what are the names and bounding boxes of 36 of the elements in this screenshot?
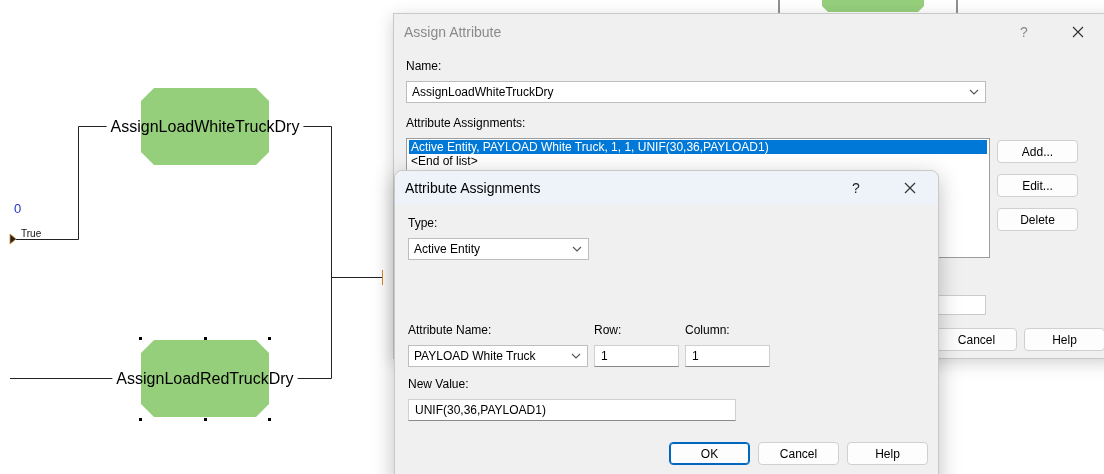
field-label: New Value: — [408, 376, 470, 392]
row-field[interactable]: 1 — [594, 345, 679, 367]
dialog-button[interactable]: Delete — [997, 208, 1078, 231]
caret-icon — [969, 89, 979, 95]
field-label: Column: — [685, 322, 731, 338]
dialog-button[interactable]: OK — [669, 442, 750, 465]
field-label: Name: — [406, 58, 443, 74]
dialog-button[interactable]: Edit... — [997, 174, 1078, 197]
field-label: Type: — [408, 215, 439, 231]
dialog-button[interactable]: Cancel — [936, 328, 1017, 351]
list-item[interactable]: Active Entity, PAYLOAD White Truck, 1, 1, UNIF(30,36,PAYLOAD1) — [409, 140, 987, 154]
field-label: Attribute Assignments: — [406, 115, 527, 131]
connector-line — [956, 0, 958, 15]
caret-icon — [572, 246, 582, 252]
name-dropdown[interactable]: AssignLoadWhiteTruckDry — [406, 81, 986, 103]
branch-label: True — [21, 228, 42, 239]
column-field[interactable]: 1 — [685, 345, 770, 367]
window-title: Attribute Assignments — [405, 180, 542, 196]
window-title: Assign Attribute — [404, 24, 503, 40]
new-value-field[interactable]: UNIF(30,36,PAYLOAD1) — [408, 399, 736, 421]
caret-icon — [571, 353, 581, 359]
type-dropdown[interactable]: Active Entity — [408, 238, 589, 260]
dialog-button[interactable]: Add... — [997, 140, 1078, 163]
field-label: Attribute Name: — [408, 322, 493, 338]
help-button[interactable]: ? — [846, 180, 866, 196]
attribute-name-dropdown[interactable]: PAYLOAD White Truck — [408, 345, 588, 367]
arrow-icon — [9, 233, 17, 245]
close-icon — [1072, 26, 1084, 38]
dialog-button[interactable]: Help — [1024, 328, 1104, 351]
counter-label: 0 — [14, 201, 22, 216]
field-label: Row: — [594, 322, 623, 338]
list-item[interactable]: <End of list> — [409, 154, 987, 168]
connector-line — [778, 0, 780, 15]
dialog-button[interactable]: Help — [847, 442, 928, 465]
dialog-button[interactable]: Cancel — [758, 442, 839, 465]
close-icon — [904, 182, 916, 194]
